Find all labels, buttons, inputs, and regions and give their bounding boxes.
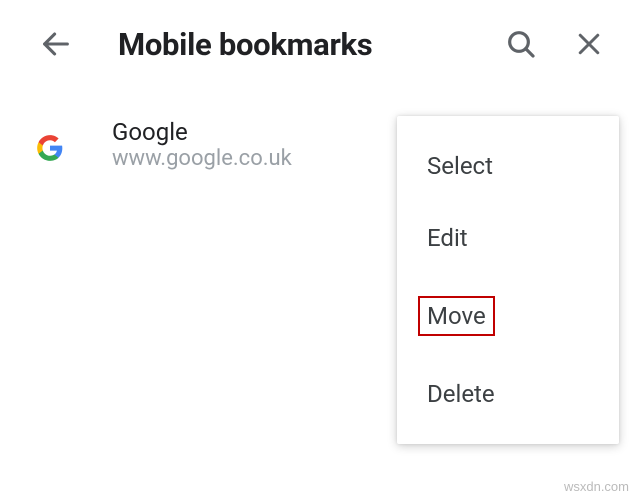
close-button[interactable] [569, 24, 609, 64]
menu-item-label: Select [427, 152, 493, 180]
menu-item-edit[interactable]: Edit [397, 202, 619, 274]
watermark: wsxdn.com [564, 479, 629, 494]
search-button[interactable] [501, 24, 541, 64]
page-title: Mobile bookmarks [118, 26, 501, 63]
back-button[interactable] [36, 24, 76, 64]
bookmark-text: Google www.google.co.uk [112, 118, 292, 171]
header: Mobile bookmarks [0, 0, 639, 88]
close-icon [574, 29, 604, 59]
menu-item-label: Edit [427, 224, 468, 252]
menu-item-move[interactable]: Move [397, 274, 619, 358]
google-favicon-icon [36, 134, 64, 162]
menu-item-delete[interactable]: Delete [397, 358, 619, 430]
context-menu: Select Edit Move Delete [397, 116, 619, 444]
menu-item-label: Move [418, 296, 495, 336]
menu-item-label: Delete [427, 380, 495, 408]
bookmark-title: Google [112, 118, 292, 146]
search-icon [505, 28, 537, 60]
back-arrow-icon [39, 27, 73, 61]
bookmark-url: www.google.co.uk [112, 146, 292, 171]
menu-item-select[interactable]: Select [397, 130, 619, 202]
